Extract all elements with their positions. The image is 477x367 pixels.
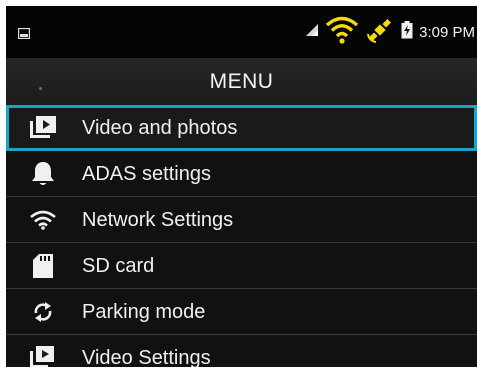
menu-title: MENU (209, 70, 274, 93)
wifi-icon (28, 207, 58, 233)
menu-item-label: Parking mode (82, 301, 206, 323)
menu-list: Video and photos ADAS settings Network S… (6, 105, 477, 367)
video-library-icon (28, 115, 58, 141)
menu-item-label: Video and photos (82, 117, 238, 139)
battery-charging-icon (401, 20, 413, 44)
menu-header: MENU (6, 58, 477, 105)
status-bar: 3:09 PM (6, 6, 477, 58)
menu-item-parking-mode[interactable]: Parking mode (6, 289, 477, 335)
menu-item-network-settings[interactable]: Network Settings (6, 197, 477, 243)
sd-card-icon (28, 253, 58, 279)
status-time: 3:09 PM (419, 23, 475, 41)
menu-item-label: ADAS settings (82, 163, 211, 185)
bell-icon (28, 161, 58, 187)
video-settings-icon (28, 345, 58, 367)
sync-icon (28, 299, 58, 325)
wifi-icon (325, 15, 359, 50)
menu-item-label: Video Settings (82, 347, 211, 367)
menu-item-video-and-photos[interactable]: Video and photos (6, 105, 477, 151)
screenshot-notification-icon (17, 26, 31, 44)
menu-item-video-settings[interactable]: Video Settings (6, 335, 477, 367)
gps-satellite-icon (365, 15, 395, 50)
device-screen: 3:09 PM MENU Video and photos ADAS setti… (6, 6, 477, 367)
menu-item-label: Network Settings (82, 209, 234, 231)
menu-item-label: SD card (82, 255, 155, 277)
menu-item-adas-settings[interactable]: ADAS settings (6, 151, 477, 197)
menu-item-sd-card[interactable]: SD card (6, 243, 477, 289)
cell-signal-icon (305, 23, 319, 42)
